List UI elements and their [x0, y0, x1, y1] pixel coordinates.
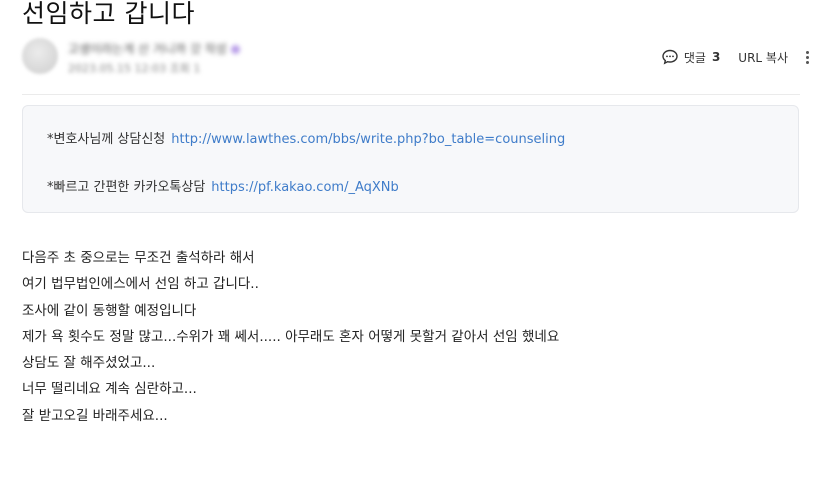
counseling-link[interactable]: http://www.lawthes.com/bbs/write.php?bo_… [171, 132, 565, 147]
avatar[interactable] [22, 38, 58, 74]
notice-counseling: *변호사님께 상담신청 http://www.lawthes.com/bbs/wr… [47, 128, 565, 147]
comment-label: 댓글 [683, 50, 706, 65]
body-line: 다음주 초 중으로는 무조건 출석하라 해서 [22, 250, 255, 266]
post-title: 선임하고 갑니다 [22, 0, 195, 28]
body-line: 너무 떨리네요 계속 심란하고... [22, 381, 197, 398]
notice-label: *빠르고 간편한 카카오톡상담 [47, 180, 206, 195]
body-line: 조사에 같이 동행할 예정입니다 [22, 302, 197, 319]
post-date: 2023.05.15 12:03 조회 1 [68, 62, 201, 75]
notice-label: *변호사님께 상담신청 [47, 132, 166, 147]
speech-bubble-icon [661, 48, 679, 66]
comment-button[interactable]: 댓글 3 [661, 48, 720, 66]
author-name[interactable]: 고생이라는게 산 거니까 갓 작성 [68, 40, 244, 57]
notice-kakao: *빠르고 간편한 카카오톡상담 https://pf.kakao.com/_AqX… [47, 176, 399, 195]
body-line: 제가 욕 횟수도 정말 많고...수위가 꽤 쎄서..... 아무래도 혼자 어… [22, 328, 560, 345]
url-copy-button[interactable]: URL 복사 [738, 49, 788, 66]
post-actions: 댓글 3 URL 복사 [661, 48, 812, 66]
post-body: 다음주 초 중으로는 무조건 출석하라 해서 여기 법무법인에스에서 선임 하고… [22, 246, 559, 430]
kakao-link[interactable]: https://pf.kakao.com/_AqXNb [211, 180, 398, 195]
body-line: 잘 받고오길 바래주세요... [22, 407, 168, 424]
body-line: 상담도 잘 해주셨었고... [22, 355, 156, 372]
author-row: 고생이라는게 산 거니까 갓 작성 2023.05.15 12:03 조회 1 … [22, 36, 812, 80]
comment-count: 3 [711, 50, 721, 64]
notice-box: *변호사님께 상담신청 http://www.lawthes.com/bbs/wr… [22, 105, 799, 213]
body-line: 여기 법무법인에스에서 선임 하고 갑니다.. [22, 276, 259, 293]
vertical-ellipsis-icon[interactable] [802, 50, 812, 65]
divider [22, 94, 800, 95]
